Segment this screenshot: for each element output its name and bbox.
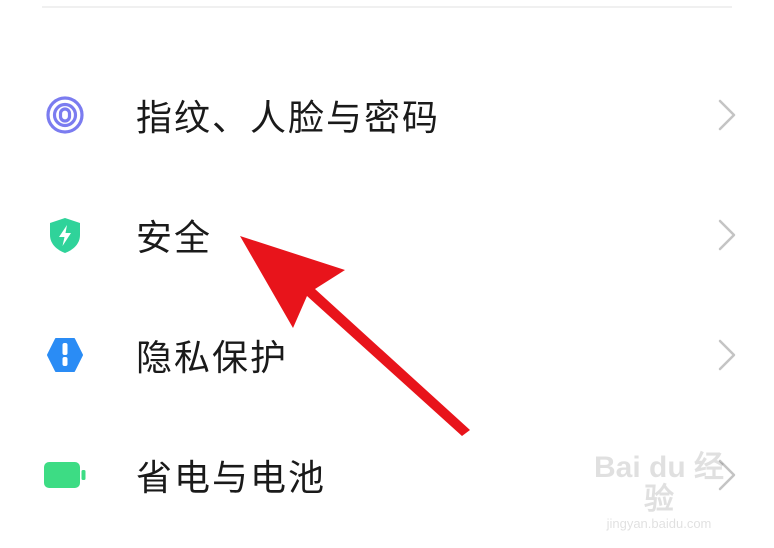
chevron-right-icon (715, 215, 739, 255)
watermark: Bai du 经验 jingyan.baidu.com (584, 452, 734, 532)
setting-label-battery: 省电与电池 (136, 458, 327, 499)
setting-row-security[interactable]: 安全 (0, 175, 774, 295)
chevron-right-icon (715, 95, 739, 135)
top-divider (42, 6, 732, 8)
chevron-right-icon (715, 335, 739, 375)
setting-label-security: 安全 (136, 218, 213, 259)
setting-row-fingerprint-face-password[interactable]: 指纹、人脸与密码 (0, 55, 774, 175)
battery-icon (43, 453, 87, 497)
setting-row-privacy[interactable]: 隐私保护 (0, 295, 774, 415)
setting-label-fingerprint-face-password: 指纹、人脸与密码 (136, 98, 441, 139)
privacy-icon (43, 333, 87, 377)
shield-icon (43, 213, 87, 257)
fingerprint-icon (43, 93, 87, 137)
watermark-logo: Bai du 经验 (593, 451, 724, 516)
setting-label-privacy: 隐私保护 (136, 338, 289, 379)
watermark-url: jingyan.baidu.com (606, 516, 712, 531)
